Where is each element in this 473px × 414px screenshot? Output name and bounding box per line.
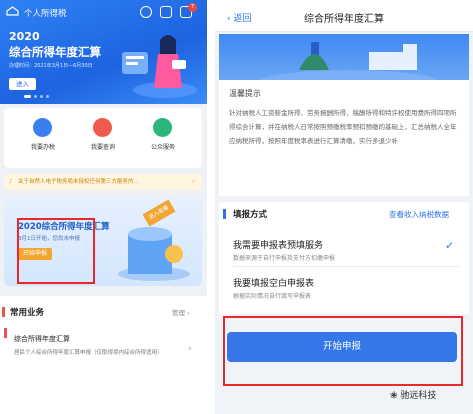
wechat-icon: ❀: [390, 391, 401, 401]
app-title: 个人所得税: [24, 9, 67, 19]
enter-button[interactable]: 进入: [9, 78, 36, 90]
tips-heading: 温馨提示: [229, 89, 261, 98]
service-label: 我要办税: [30, 144, 55, 151]
carousel-dot[interactable]: [34, 95, 37, 98]
tips-text: 针对纳税人工资薪金所得、劳务报酬所得、稿酬所得和特许权使用费所得四项所得综合计算…: [229, 109, 457, 145]
cylinder-illustration: [118, 227, 190, 281]
headset-icon[interactable]: [140, 6, 152, 18]
header-illustration: [219, 34, 469, 80]
service-tax-filing[interactable]: 我要办税: [18, 108, 68, 168]
filing-method-heading: 填报方式: [233, 210, 268, 220]
scan-icon[interactable]: [160, 6, 172, 18]
hero-title: 综合所得年度汇算: [9, 45, 101, 59]
carousel-dot[interactable]: [40, 95, 43, 98]
hero-illustration: [110, 30, 200, 100]
view-income-data-link[interactable]: 查看收入纳税数据: [389, 209, 449, 220]
service-query[interactable]: 我要查询: [78, 108, 128, 168]
section-accent-bar: [223, 209, 226, 219]
bell-icon: ♪: [9, 179, 13, 185]
notice-text: 关于自然人电子税务局未授权任何第三方服务的...: [18, 179, 139, 185]
checkmark-icon: ✓: [445, 239, 455, 252]
quick-services-card: 我要办税 我要查询 公众服务: [4, 108, 202, 168]
highlight-box-start-button: [17, 218, 95, 284]
option-prefill-title[interactable]: 我需要申报表预填服务: [233, 238, 323, 251]
carousel-dot-active[interactable]: [24, 95, 31, 98]
common-business-section: 常用业务 管理 › 综合所得年度汇算 居民个人综合所得年度汇算申报（仅取得境内综…: [0, 296, 207, 414]
chevron-right-icon: ›: [192, 179, 195, 185]
home-icon: [6, 6, 19, 16]
nav-header: 综合所得年度汇算 ‹ 返回: [215, 0, 473, 32]
service-public[interactable]: 公众服务: [138, 108, 188, 168]
row-accent-bar: [4, 328, 7, 338]
row-description: 居民个人综合所得年度汇算申报（仅取得境内综合所得适用）: [14, 350, 163, 356]
right-phone-screen: 综合所得年度汇算 ‹ 返回 温馨提示 针对纳税人工资薪金所得、劳务报酬所得、稿酬…: [215, 0, 473, 414]
hero-year: 2020: [9, 30, 40, 43]
page-title: 综合所得年度汇算: [304, 14, 384, 25]
carousel-dot[interactable]: [46, 95, 49, 98]
pen-icon: [33, 118, 52, 137]
people-icon: [153, 118, 172, 137]
option-blank-title[interactable]: 我要填报空白申报表: [233, 276, 314, 289]
chevron-right-icon[interactable]: ›: [188, 344, 192, 354]
search-icon: [93, 118, 112, 137]
filing-method-panel: 填报方式 查看收入纳税数据 我需要申报表预填服务 数据来源于自行申报及支付方扣缴…: [219, 196, 469, 314]
option-prefill-desc: 数据来源于自行申报及支付方扣缴申报: [233, 255, 336, 262]
left-phone-screen: 个人所得税 7 2020 综合所得年度汇算 办理时间：2021年3月1日—6月3…: [0, 0, 207, 414]
section-accent-bar: [2, 307, 5, 317]
service-label: 公众服务: [150, 144, 175, 151]
divider: [233, 266, 459, 267]
hero-banner[interactable]: 个人所得税 7 2020 综合所得年度汇算 办理时间：2021年3月1日—6月3…: [0, 0, 207, 104]
common-business-title: 常用业务: [10, 308, 45, 318]
hero-period: 办理时间：2021年3月1日—6月30日: [9, 63, 93, 69]
service-label: 我要查询: [90, 144, 115, 151]
option-blank-desc: 根据实际情况自行填写申报表: [233, 293, 312, 300]
tips-panel: 温馨提示 针对纳税人工资薪金所得、劳务报酬所得、稿酬所得和特许权使用费所得四项所…: [219, 80, 469, 196]
highlight-box-start-filing: [223, 316, 463, 386]
row-title[interactable]: 综合所得年度汇算: [14, 334, 70, 344]
watermark: ❀ 驰远科技: [390, 391, 437, 401]
notification-badge: 7: [188, 3, 197, 12]
notice-bar[interactable]: ♪ 关于自然人电子税务局未授权任何第三方服务的... ›: [4, 174, 202, 190]
manage-link[interactable]: 管理 ›: [172, 307, 190, 317]
back-button[interactable]: ‹ 返回: [227, 11, 251, 24]
